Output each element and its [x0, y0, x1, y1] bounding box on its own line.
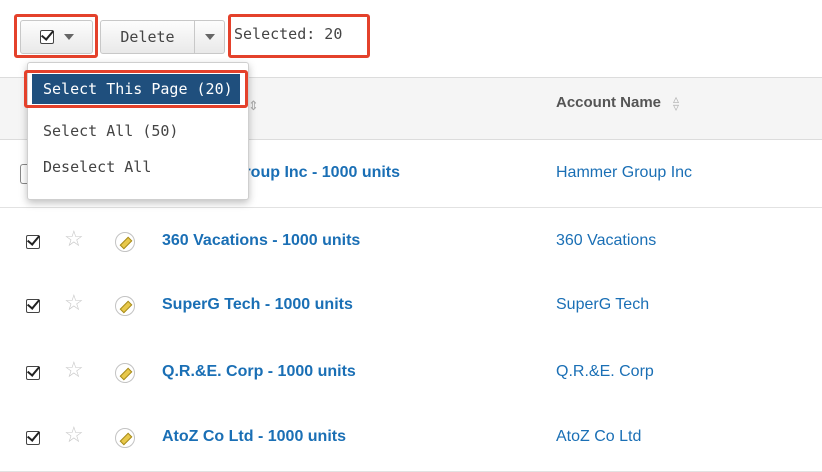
row-name-link[interactable]: Q.R.&E. Corp - 1000 units: [162, 363, 356, 381]
delete-button[interactable]: Delete: [100, 20, 195, 54]
table-row: ☆ 360 Vacations - 1000 units 360 Vacatio…: [0, 208, 822, 276]
row-account-link[interactable]: 360 Vacations: [556, 232, 656, 250]
menu-item-select-all[interactable]: Select All (50): [28, 116, 248, 146]
row-account-link[interactable]: AtoZ Co Ltd: [556, 428, 641, 446]
edit-pencil-icon[interactable]: [115, 428, 135, 448]
row-name-link[interactable]: 360 Vacations - 1000 units: [162, 232, 360, 250]
row-checkbox[interactable]: [26, 235, 40, 249]
edit-pencil-icon[interactable]: [115, 363, 135, 383]
favorite-star-icon[interactable]: ☆: [64, 228, 84, 250]
edit-pencil-icon[interactable]: [115, 232, 135, 252]
table-row: ☆ SuperG Tech - 1000 units SuperG Tech: [0, 272, 822, 340]
favorite-star-icon[interactable]: ☆: [64, 424, 84, 446]
table-row: ☆ AtoZ Co Ltd - 1000 units AtoZ Co Ltd: [0, 404, 822, 472]
row-name-link[interactable]: Group Inc - 1000 units: [232, 164, 400, 182]
row-name-link[interactable]: AtoZ Co Ltd - 1000 units: [162, 428, 346, 446]
row-name-link[interactable]: SuperG Tech - 1000 units: [162, 296, 353, 314]
row-checkbox[interactable]: [26, 299, 40, 313]
mass-select-menu: Select This Page (20) Select All (50) De…: [27, 62, 249, 200]
row-account-link[interactable]: SuperG Tech: [556, 296, 649, 314]
column-header-account-name[interactable]: Account Name ▵ ▿: [556, 91, 680, 114]
mass-select-button[interactable]: [20, 20, 93, 54]
row-account-link[interactable]: Hammer Group Inc: [556, 164, 692, 182]
sort-icon[interactable]: ⇕: [248, 98, 259, 114]
chevron-down-icon: [204, 34, 215, 40]
chevron-down-icon: [63, 34, 74, 40]
column-header-label: Account Name: [556, 94, 662, 111]
favorite-star-icon[interactable]: ☆: [64, 359, 84, 381]
row-account-link[interactable]: Q.R.&E. Corp: [556, 363, 654, 381]
row-checkbox[interactable]: [26, 431, 40, 445]
table-row: ☆ Q.R.&E. Corp - 1000 units Q.R.&E. Corp: [0, 339, 822, 407]
menu-item-deselect-all[interactable]: Deselect All: [28, 152, 248, 182]
favorite-star-icon[interactable]: ☆: [64, 292, 84, 314]
actions-dropdown-button[interactable]: [195, 20, 225, 54]
sort-icon: ▵ ▿: [673, 91, 680, 114]
checkbox-checked-icon: [39, 30, 54, 44]
edit-pencil-icon[interactable]: [115, 296, 135, 316]
menu-item-select-this-page[interactable]: Select This Page (20): [32, 74, 240, 104]
row-checkbox[interactable]: [26, 366, 40, 380]
selected-count: Selected: 20: [234, 25, 343, 43]
